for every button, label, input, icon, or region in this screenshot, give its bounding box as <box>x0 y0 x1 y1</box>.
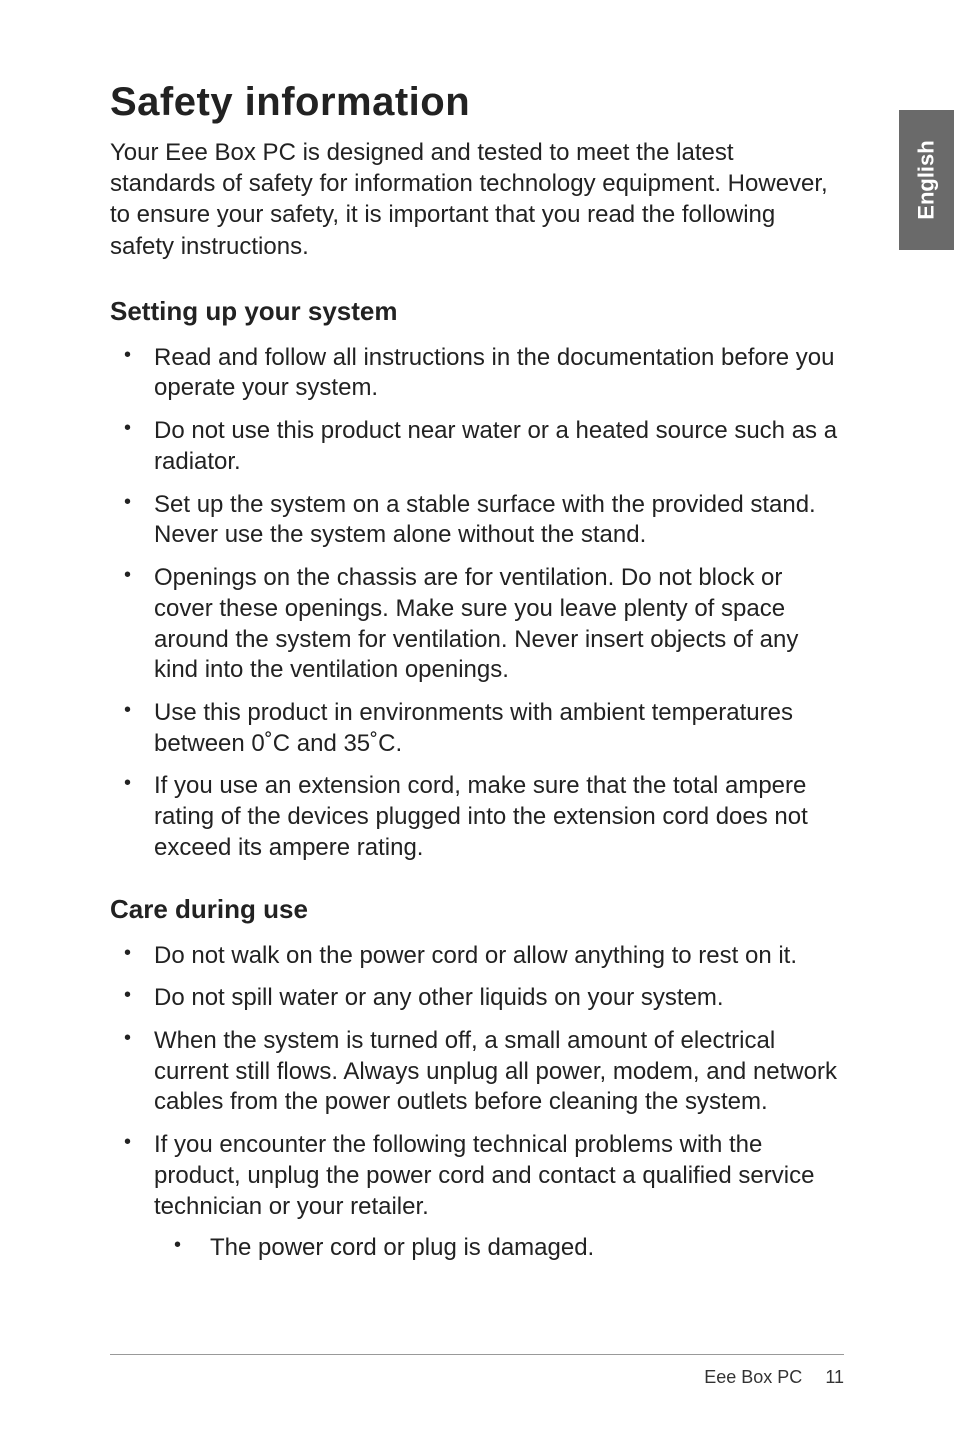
footer-label: Eee Box PC <box>704 1367 802 1387</box>
page-title: Safety information <box>110 80 844 125</box>
list-item: Openings on the chassis are for ventilat… <box>110 563 844 686</box>
section-care-heading: Care during use <box>110 894 844 925</box>
list-item: If you use an extension cord, make sure … <box>110 771 844 863</box>
section-setting-up-heading: Setting up your system <box>110 296 844 327</box>
page-footer: Eee Box PC 11 <box>110 1354 844 1388</box>
list-item-text: If you encounter the following technical… <box>154 1131 814 1219</box>
section-setting-up-list: Read and follow all instructions in the … <box>110 343 844 864</box>
sub-list: The power cord or plug is damaged. <box>154 1232 844 1263</box>
list-item: Use this product in environments with am… <box>110 698 844 759</box>
list-item: Set up the system on a stable surface wi… <box>110 490 844 551</box>
list-item: If you encounter the following technical… <box>110 1130 844 1263</box>
intro-paragraph: Your Eee Box PC is designed and tested t… <box>110 137 844 262</box>
footer-page-number: 11 <box>825 1367 844 1387</box>
list-item: When the system is turned off, a small a… <box>110 1026 844 1118</box>
section-care-list: Do not walk on the power cord or allow a… <box>110 941 844 1264</box>
list-item: Do not spill water or any other liquids … <box>110 983 844 1014</box>
list-item: Do not walk on the power cord or allow a… <box>110 941 844 972</box>
list-item: Read and follow all instructions in the … <box>110 343 844 404</box>
sub-list-item: The power cord or plug is damaged. <box>154 1232 844 1263</box>
page-content: Safety information Your Eee Box PC is de… <box>0 0 954 1353</box>
list-item: Do not use this product near water or a … <box>110 416 844 477</box>
